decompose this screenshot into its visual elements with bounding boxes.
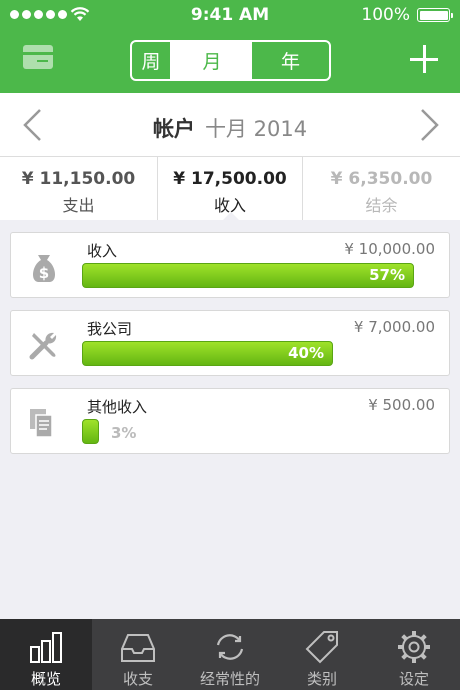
month-title: 帐户 十月 2014 xyxy=(0,113,460,143)
tab-label: 收支 xyxy=(122,670,153,688)
period-segmented-control: 周 月 年 xyxy=(130,40,331,81)
tab-settings[interactable]: 设定 xyxy=(368,619,460,690)
summary-income[interactable]: ¥ 17,500.00 收入 xyxy=(158,157,303,220)
tab-label: 概览 xyxy=(30,670,61,688)
gear-icon xyxy=(398,631,430,663)
period-label: 十月 2014 xyxy=(204,117,308,141)
battery-icon xyxy=(417,8,453,22)
category-amount: ¥ 7,000.00 xyxy=(353,318,435,336)
category-name: 我公司 xyxy=(87,320,133,338)
add-icon[interactable] xyxy=(410,45,438,73)
battery-percentage: 100% xyxy=(361,5,410,25)
category-amount: ¥ 10,000.00 xyxy=(344,240,435,258)
tab-recurring[interactable]: 经常性的 xyxy=(184,619,276,690)
tab-label: 类别 xyxy=(306,670,337,688)
balance-amount: ¥ 6,350.00 xyxy=(330,169,433,189)
segment-month[interactable]: 月 xyxy=(172,42,252,79)
money-bag-icon: $ xyxy=(32,255,56,282)
tab-overview[interactable]: 概览 xyxy=(0,619,92,690)
account-label: 帐户 xyxy=(152,117,195,141)
segment-year[interactable]: 年 xyxy=(252,42,329,79)
documents-icon xyxy=(30,409,53,438)
credit-card-icon[interactable] xyxy=(23,45,53,69)
summary-bar: ¥ 11,150.00 支出 ¥ 17,500.00 收入 ¥ 6,350.00… xyxy=(0,157,460,220)
percent-label: 57% xyxy=(369,266,405,284)
percent-label: 40% xyxy=(288,344,324,362)
tab-transactions[interactable]: 收支 xyxy=(92,619,184,690)
progress-bar xyxy=(82,419,99,444)
header-bar: 9:41 AM 100% 周 月 年 xyxy=(0,0,460,93)
category-row[interactable]: 其他收入 ¥ 500.00 3% xyxy=(10,388,450,454)
category-name: 其他收入 xyxy=(87,398,148,416)
expense-label: 支出 xyxy=(62,196,95,215)
status-bar: 9:41 AM 100% xyxy=(0,0,460,30)
tab-bar: 概览 收支 经常性的 类别 设定 xyxy=(0,619,460,690)
balance-label: 结余 xyxy=(365,196,398,215)
tab-categories[interactable]: 类别 xyxy=(276,619,368,690)
category-name: 收入 xyxy=(87,242,118,260)
selected-indicator xyxy=(223,212,239,220)
recurring-icon xyxy=(216,634,244,660)
inbox-icon xyxy=(121,634,155,662)
month-navigation: 帐户 十月 2014 xyxy=(0,93,460,156)
percent-label: 3% xyxy=(111,424,137,442)
progress-bar: 57% xyxy=(82,263,414,288)
income-amount: ¥ 17,500.00 xyxy=(173,169,287,189)
expense-amount: ¥ 11,150.00 xyxy=(21,169,136,189)
chevron-right-icon[interactable] xyxy=(412,108,442,142)
summary-expense[interactable]: ¥ 11,150.00 支出 xyxy=(0,157,158,220)
tools-icon xyxy=(29,332,57,360)
category-amount: ¥ 500.00 xyxy=(368,396,435,414)
tab-label: 经常性的 xyxy=(199,670,260,688)
tab-label: 设定 xyxy=(398,670,429,688)
chart-icon xyxy=(30,632,62,663)
summary-balance[interactable]: ¥ 6,350.00 结余 xyxy=(303,157,460,220)
progress-bar: 40% xyxy=(82,341,333,366)
category-row[interactable]: $ 收入 ¥ 10,000.00 57% xyxy=(10,232,450,298)
svg-text:$: $ xyxy=(39,264,49,282)
category-row[interactable]: 我公司 ¥ 7,000.00 40% xyxy=(10,310,450,376)
tag-icon xyxy=(305,631,338,664)
segment-week[interactable]: 周 xyxy=(132,42,172,79)
